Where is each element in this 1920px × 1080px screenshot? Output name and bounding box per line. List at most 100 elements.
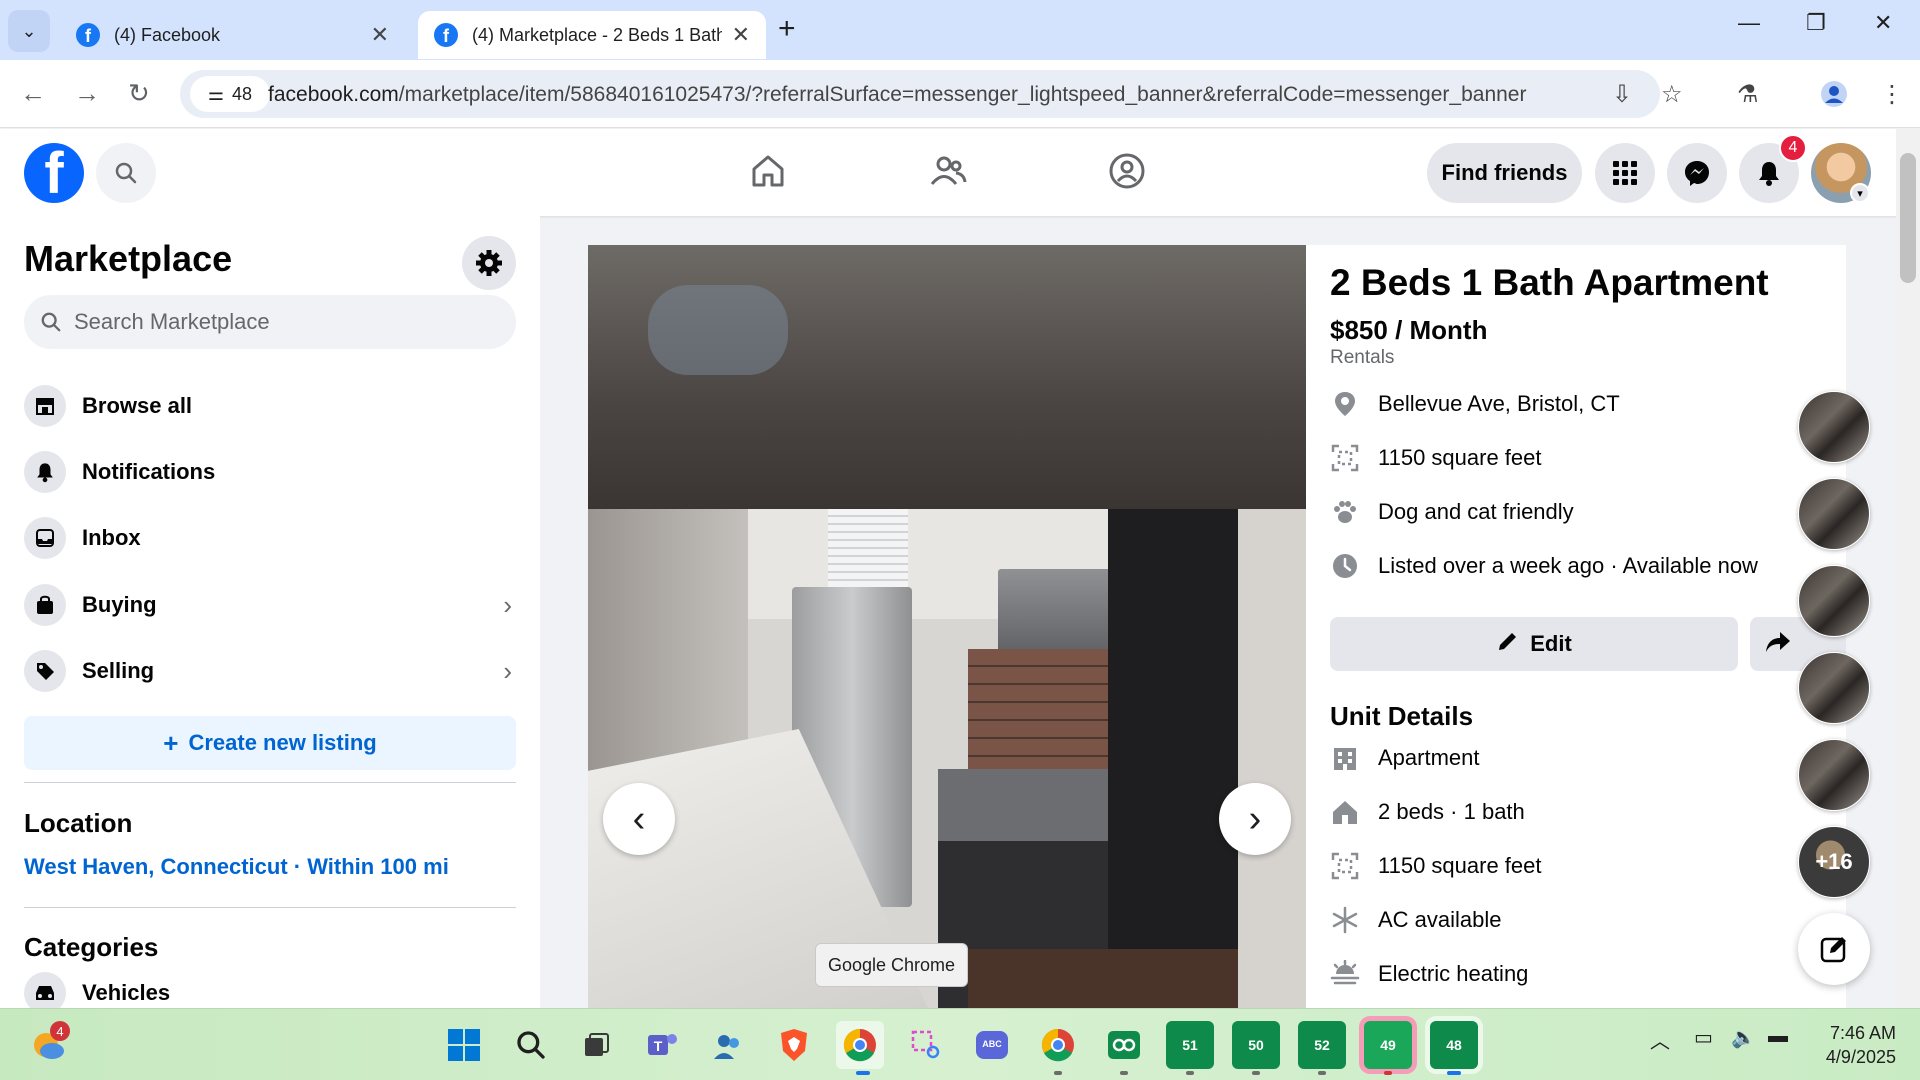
people-app-icon[interactable]	[704, 1021, 752, 1069]
sidebar-item-buying[interactable]: Buying ›	[24, 577, 516, 633]
forward-button[interactable]: →	[74, 78, 100, 109]
category-label: Vehicles	[82, 980, 171, 1005]
notification-count-badge: 4	[1779, 134, 1807, 162]
area-icon	[1330, 443, 1360, 473]
volume-icon[interactable]: 🔈	[1731, 1025, 1756, 1050]
site-info-button[interactable]: ⚌ 48	[190, 76, 270, 112]
listing-title: 2 Beds 1 Bath Apartment	[1330, 262, 1769, 303]
sidebar-item-notifications[interactable]: Notifications	[24, 444, 516, 500]
find-friends-button[interactable]: Find friends	[1427, 143, 1582, 203]
facebook-logo-icon[interactable]: f	[24, 143, 84, 203]
taskbar-search-button[interactable]	[507, 1021, 555, 1069]
chat-head[interactable]	[1798, 478, 1870, 550]
unit-detail-text: 1150 square feet	[1378, 853, 1542, 878]
snipping-tool-icon[interactable]	[902, 1021, 950, 1069]
create-new-listing-button[interactable]: + Create new listing	[24, 716, 516, 770]
chrome-taskbar-icon[interactable]	[836, 1021, 884, 1069]
new-tab-button[interactable]: +	[778, 12, 796, 46]
running-indicator	[1120, 1071, 1128, 1075]
location-heading: Location	[24, 808, 133, 838]
brave-browser-icon[interactable]	[770, 1021, 818, 1069]
marketplace-settings-button[interactable]	[462, 236, 516, 290]
search-placeholder: Search Marketplace	[74, 309, 270, 334]
close-icon[interactable]: ✕	[732, 22, 750, 48]
search-icon	[115, 162, 137, 184]
labs-flask-icon[interactable]: ⚗	[1737, 80, 1759, 109]
numbered-app-52[interactable]: 52	[1298, 1021, 1346, 1069]
chat-head[interactable]	[1798, 739, 1870, 811]
address-bar[interactable]: ⚌ 48 facebook.com/marketplace/item/58684…	[180, 70, 1660, 118]
new-message-button[interactable]	[1798, 913, 1870, 985]
home-nav-icon[interactable]	[748, 151, 788, 196]
compose-icon	[1820, 937, 1846, 963]
chat-head[interactable]	[1798, 565, 1870, 637]
listing-photo[interactable]	[588, 245, 1306, 1008]
sidebar-item-browse-all[interactable]: Browse all	[24, 378, 516, 434]
sidebar-item-label: Notifications	[82, 459, 216, 484]
numbered-app-49[interactable]: 49	[1364, 1021, 1412, 1069]
fact-text: Dog and cat friendly	[1378, 499, 1574, 524]
unit-detail-text: AC available	[1378, 907, 1502, 932]
teams-app-icon[interactable]: T	[638, 1021, 686, 1069]
url-text[interactable]: facebook.com/marketplace/item/5868401610…	[268, 83, 1526, 107]
numbered-app-51[interactable]: 51	[1166, 1021, 1214, 1069]
running-indicator	[1186, 1071, 1194, 1075]
messenger-button[interactable]	[1667, 143, 1727, 203]
minimize-button[interactable]: —	[1738, 10, 1760, 36]
chrome-profile-icon[interactable]	[1034, 1021, 1082, 1069]
category-item-vehicles[interactable]: Vehicles	[24, 965, 516, 1008]
task-view-icon	[585, 1033, 609, 1056]
listing-category[interactable]: Rentals	[1330, 347, 1394, 369]
window-close-button[interactable]: ✕	[1874, 10, 1892, 36]
sidebar-item-label: Browse all	[82, 393, 193, 418]
show-hidden-icons-button[interactable]: ︿	[1650, 1025, 1670, 1054]
running-indicator	[1252, 1071, 1260, 1075]
previous-photo-button[interactable]: ‹	[603, 783, 675, 855]
abc-proxy-icon[interactable]: ABC	[968, 1021, 1016, 1069]
create-listing-label: Create new listing	[188, 730, 377, 755]
page-scrollbar[interactable]	[1896, 129, 1920, 1008]
car-icon	[24, 972, 66, 1008]
next-photo-button[interactable]: ›	[1219, 783, 1291, 855]
sidebar-item-selling[interactable]: Selling ›	[24, 643, 516, 699]
bookmark-star-icon[interactable]: ☆	[1661, 80, 1683, 109]
marketplace-search-input[interactable]: Search Marketplace	[24, 295, 516, 349]
sidebar-item-label: Buying	[82, 592, 157, 617]
edit-listing-button[interactable]: Edit	[1330, 617, 1738, 671]
restore-button[interactable]: ❐	[1806, 10, 1826, 36]
chat-head[interactable]	[1798, 391, 1870, 463]
more-chats-button[interactable]: +16	[1798, 826, 1870, 898]
numbered-app-50[interactable]: 50	[1232, 1021, 1280, 1069]
location-filter-link[interactable]: West Haven, Connecticut · Within 100 mi	[24, 854, 449, 880]
chevron-down-icon[interactable]: ▾	[1850, 183, 1870, 203]
browser-tab-marketplace[interactable]: f (4) Marketplace - 2 Beds 1 Bath ✕	[418, 11, 766, 59]
reload-button[interactable]: ↻	[128, 78, 150, 109]
share-arrow-icon	[1764, 630, 1792, 659]
friends-nav-icon[interactable]	[928, 151, 968, 196]
browser-tab-facebook[interactable]: f (4) Facebook ✕	[60, 11, 405, 59]
battery-icon[interactable]: ▬	[1768, 1025, 1788, 1048]
facebook-favicon-icon: f	[434, 23, 458, 47]
unit-detail-text: Apartment	[1378, 745, 1480, 770]
tab-search-button[interactable]: ⌄	[8, 10, 50, 52]
menu-grid-button[interactable]	[1595, 143, 1655, 203]
close-icon[interactable]: ✕	[371, 22, 389, 48]
listing-price: $850 / Month	[1330, 315, 1488, 345]
scrollbar-thumb[interactable]	[1900, 153, 1916, 283]
more-menu-icon[interactable]: ⋮	[1880, 80, 1904, 109]
system-clock[interactable]: 7:46 AM 4/9/2025	[1816, 1021, 1896, 1069]
install-app-icon[interactable]: ⇩	[1612, 80, 1632, 109]
facebook-search-button[interactable]	[96, 143, 156, 203]
go-app-icon[interactable]	[1100, 1021, 1148, 1069]
network-icon[interactable]: ▭	[1694, 1025, 1713, 1050]
facebook-favicon-icon: f	[76, 23, 100, 47]
back-button[interactable]: ←	[20, 78, 46, 109]
chat-head[interactable]	[1798, 652, 1870, 724]
unit-detail: Electric heating	[1330, 956, 1528, 992]
start-button[interactable]	[440, 1021, 488, 1069]
groups-nav-icon[interactable]	[1107, 151, 1147, 196]
numbered-app-48[interactable]: 48	[1430, 1021, 1478, 1069]
task-view-button[interactable]	[572, 1021, 620, 1069]
profile-icon[interactable]	[1820, 80, 1848, 115]
sidebar-item-inbox[interactable]: Inbox	[24, 510, 516, 566]
